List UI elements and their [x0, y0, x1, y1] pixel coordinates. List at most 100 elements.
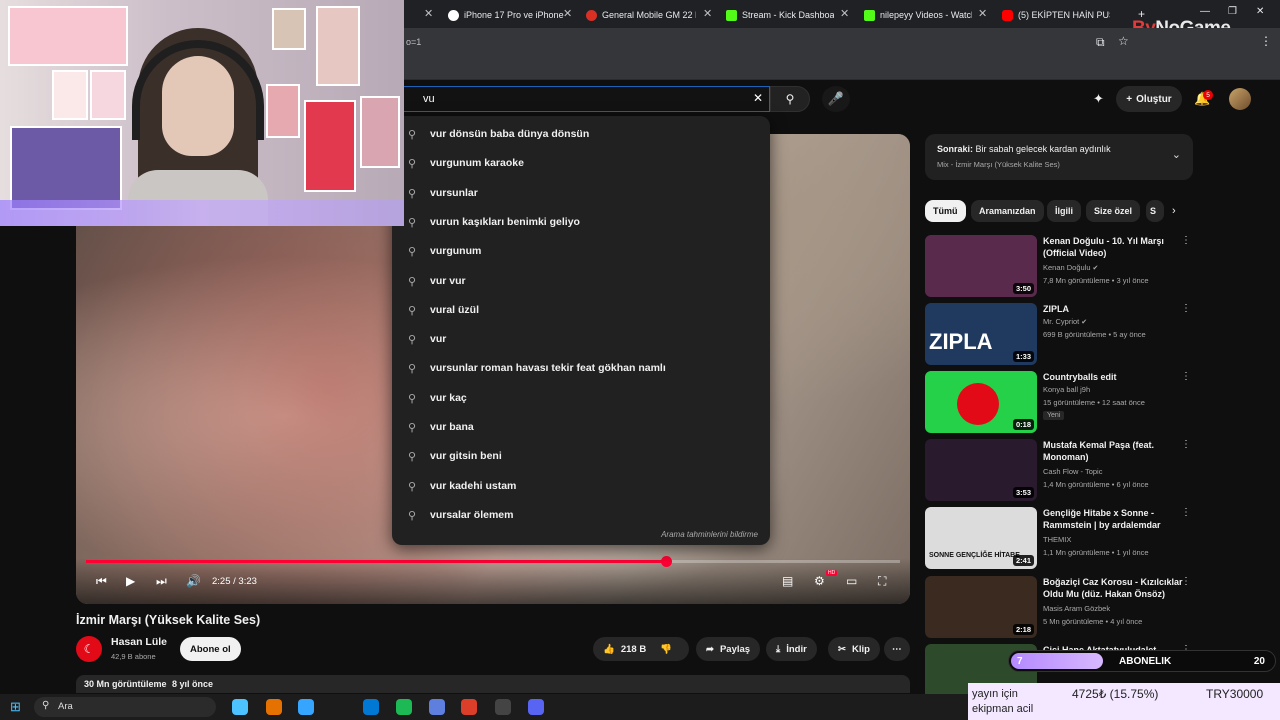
recommended-video[interactable]: 0:18 Countryballs edit Konya ball j9h 15 gö… — [925, 371, 1195, 433]
taskbar-app-icon[interactable] — [232, 699, 248, 715]
channel-name[interactable]: THEMIX — [1043, 535, 1071, 544]
channel-name[interactable]: Hasan Lüle — [111, 636, 167, 648]
recommended-video[interactable]: SONNE GENÇLİĞE HİTABE 2:41 Gençliğe Hitabe… — [925, 507, 1195, 569]
sparkle-icon[interactable]: ✦ — [1093, 91, 1104, 107]
like-count[interactable]: 218 B — [621, 644, 646, 655]
clip-button[interactable]: ✂ Klip — [828, 637, 880, 661]
chevron-right-icon[interactable]: › — [1172, 205, 1176, 217]
description-box[interactable]: 30 Mn görüntüleme 8 yıl önce — [76, 675, 910, 693]
taskbar-app-icon[interactable] — [266, 699, 282, 715]
chip-related[interactable]: İlgili — [1047, 200, 1081, 222]
taskbar-app-icon[interactable] — [363, 699, 379, 715]
taskbar-app-icon[interactable] — [528, 699, 544, 715]
suggestion-item[interactable]: ⚲ vurgunum — [392, 237, 770, 266]
subtitles-icon[interactable]: ▤ — [782, 574, 793, 588]
settings-gear-icon[interactable]: ⚙ — [814, 574, 825, 588]
more-vertical-icon[interactable]: ⋮ — [1181, 371, 1191, 382]
search-query[interactable]: vu — [423, 93, 435, 105]
close-tab-icon[interactable]: ✕ — [978, 7, 987, 20]
voice-search-button[interactable]: 🎤 — [822, 86, 850, 112]
suggestion-item[interactable]: ⚲ vural üzül — [392, 296, 770, 325]
suggestion-item[interactable]: ⚲ vur kadehi ustam — [392, 472, 770, 501]
more-vertical-icon[interactable]: ⋮ — [1181, 303, 1191, 314]
report-suggestions-link[interactable]: Arama tahminlerini bildirme — [661, 530, 758, 539]
search-input[interactable]: vu ✕ — [392, 86, 770, 112]
clear-search-icon[interactable]: ✕ — [753, 91, 763, 105]
channel-name[interactable]: Cash Flow - Topic — [1043, 467, 1102, 476]
video-title[interactable]: Countryballs edit — [1043, 371, 1183, 383]
taskbar-app-icon[interactable] — [396, 699, 412, 715]
chip-all[interactable]: Tümü — [925, 200, 966, 222]
video-title[interactable]: Boğaziçi Caz Korosu - Kızılcıklar Oldu M… — [1043, 576, 1183, 600]
bookmark-star-icon[interactable]: ☆ — [1118, 34, 1129, 48]
channel-avatar[interactable]: ☾ — [76, 636, 102, 662]
close-tab-icon[interactable]: ✕ — [563, 7, 572, 20]
close-tab-icon[interactable]: ✕ — [840, 7, 849, 20]
fullscreen-icon[interactable]: ⛶ — [878, 574, 886, 589]
suggestion-item[interactable]: ⚲ vurun kaşıkları benimki geliyo — [392, 208, 770, 237]
recommended-video[interactable]: 3:53 Mustafa Kemal Paşa (feat. Monoman) Ca… — [925, 439, 1195, 501]
video-thumbnail[interactable]: 0:18 — [925, 371, 1037, 433]
video-thumbnail[interactable]: 3:53 — [925, 439, 1037, 501]
chip-from-search[interactable]: Aramanızdan — [971, 200, 1044, 222]
download-button[interactable]: ⤓ İndir — [766, 637, 817, 661]
recommended-video[interactable]: 2:18 Boğaziçi Caz Korosu - Kızılcıklar Ol… — [925, 576, 1195, 638]
volume-icon[interactable]: 🔊 — [186, 574, 201, 588]
more-vertical-icon[interactable]: ⋮ — [1181, 439, 1191, 450]
taskbar-app-icon[interactable] — [429, 699, 445, 715]
suggestion-item[interactable]: ⚲ vur vur — [392, 267, 770, 296]
taskbar-app-icon[interactable] — [461, 699, 477, 715]
suggestion-item[interactable]: ⚲ vursunlar — [392, 179, 770, 208]
taskbar-search[interactable]: ⚲ Ara — [34, 697, 216, 717]
cast-icon[interactable]: ⧉ — [1096, 35, 1105, 50]
channel-name[interactable]: Mr. Cypriot ✔ — [1043, 317, 1087, 326]
video-title[interactable]: Mustafa Kemal Paşa (feat. Monoman) — [1043, 439, 1183, 463]
suggestion-item[interactable]: ⚲ vur dönsün baba dünya dönsün — [392, 120, 770, 149]
progress-bar[interactable] — [86, 556, 900, 567]
browser-tab[interactable]: iPhone 17 Pro ve iPhone — [448, 4, 568, 26]
windows-start-icon[interactable]: ⊞ — [10, 699, 21, 715]
chip-more[interactable]: S — [1146, 200, 1164, 222]
search-button[interactable]: ⚲ — [770, 86, 810, 112]
video-title[interactable]: Gençliğe Hitabe x Sonne - Rammstein | by… — [1043, 507, 1183, 531]
browser-tab[interactable]: General Mobile GM 22 P — [586, 4, 696, 26]
play-icon[interactable]: ▶ — [126, 574, 135, 588]
channel-name[interactable]: Kenan Doğulu ✔ — [1043, 263, 1098, 272]
video-thumbnail[interactable]: ZIPLA 1:33 — [925, 303, 1037, 365]
suggestion-item[interactable]: ⚲ vur bana — [392, 413, 770, 442]
scrubber-handle[interactable] — [661, 556, 673, 567]
suggestion-item[interactable]: ⚲ vur — [392, 325, 770, 354]
more-vertical-icon[interactable]: ⋮ — [1181, 235, 1191, 246]
more-vertical-icon[interactable]: ⋮ — [1181, 576, 1191, 587]
more-actions-button[interactable]: ⋯ — [884, 637, 910, 661]
suggestion-item[interactable]: ⚲ vursalar ölemem — [392, 501, 770, 530]
video-thumbnail[interactable]: SONNE GENÇLİĞE HİTABE 2:41 — [925, 507, 1037, 569]
previous-icon[interactable]: ⏮ — [96, 574, 107, 589]
chip-for-you[interactable]: Size özel — [1086, 200, 1141, 222]
close-tab-icon[interactable]: ✕ — [424, 7, 433, 20]
avatar[interactable] — [1229, 88, 1251, 110]
suggestion-item[interactable]: ⚲ vur kaç — [392, 384, 770, 413]
video-title[interactable]: ZIPLA — [1043, 303, 1183, 315]
theater-mode-icon[interactable]: ▭ — [846, 574, 857, 588]
recommended-video[interactable]: 3:50 Kenan Doğulu - 10. Yıl Marşı (Offici… — [925, 235, 1195, 297]
recommended-video[interactable]: ZIPLA 1:33 ZIPLA Mr. Cypriot ✔ 699 B görüntü… — [925, 303, 1195, 365]
browser-tab-active[interactable]: (5) EKİPTEN HAİN PUSU — [1002, 4, 1110, 26]
suggestion-item[interactable]: ⚲ vur gitsin beni — [392, 442, 770, 471]
restore-icon[interactable]: ❐ — [1228, 6, 1237, 17]
taskbar-app-icon[interactable] — [495, 699, 511, 715]
subscribe-button[interactable]: Abone ol — [180, 637, 241, 661]
browser-tab[interactable]: Stream - Kick Dashboard — [726, 4, 834, 26]
like-icon[interactable]: 👍 — [603, 644, 615, 655]
create-button[interactable]: + Oluştur — [1116, 86, 1182, 112]
suggestion-item[interactable]: ⚲ vurgunum karaoke — [392, 149, 770, 178]
video-thumbnail[interactable]: 2:18 — [925, 576, 1037, 638]
video-thumbnail[interactable]: 3:50 — [925, 235, 1037, 297]
minimize-icon[interactable]: — — [1200, 6, 1210, 17]
taskbar-app-icon[interactable] — [298, 699, 314, 715]
more-vertical-icon[interactable]: ⋮ — [1181, 507, 1191, 518]
close-window-icon[interactable]: ✕ — [1256, 6, 1264, 17]
browser-tab[interactable]: nilepeyy Videos - Watch — [864, 4, 972, 26]
suggestion-item[interactable]: ⚲ vursunlar roman havası tekir feat gökha… — [392, 354, 770, 383]
share-button[interactable]: ➦ Paylaş — [696, 637, 761, 661]
